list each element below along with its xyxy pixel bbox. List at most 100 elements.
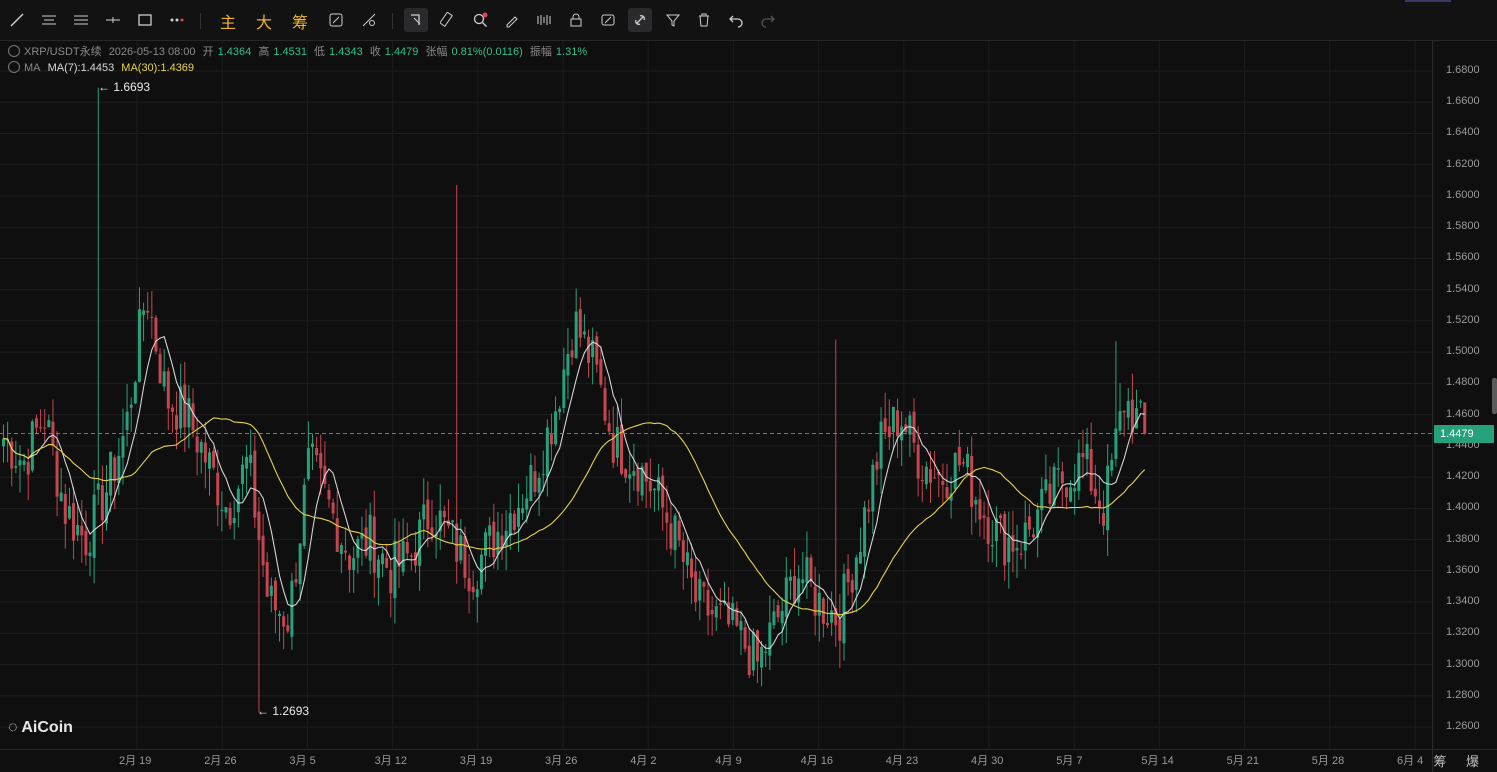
candle-body (896, 410, 900, 437)
candle-body (1081, 453, 1085, 458)
candle-body (875, 461, 879, 470)
lock-icon[interactable] (567, 11, 585, 29)
candle-body (1106, 465, 1110, 531)
candle-body (549, 433, 553, 445)
candle-body (496, 531, 500, 555)
main-indicator-button[interactable]: 主 (220, 9, 236, 33)
link-icon[interactable] (631, 11, 649, 29)
candle-body (1073, 488, 1077, 492)
candle-body (883, 418, 887, 433)
y-tick-label: 1.3800 (1446, 532, 1480, 545)
candle-body (636, 467, 640, 492)
chart-area[interactable]: XRP/USDT永续 2026-05-13 08:00 开 1.4364 高 1.4… (0, 41, 1497, 772)
magnet-icon[interactable] (407, 11, 425, 29)
zoom-icon[interactable] (471, 11, 489, 29)
y-tick-label: 1.2600 (1446, 720, 1480, 732)
chip-indicator-button[interactable]: 筹 (292, 9, 308, 33)
candle-body (1032, 534, 1035, 538)
candle-body (183, 384, 187, 428)
big-indicator-button[interactable]: 大 (256, 9, 272, 33)
candle-body (706, 589, 710, 616)
price-axis-scroll-handle[interactable] (1492, 378, 1497, 414)
candle-body (1122, 410, 1126, 413)
candle-body (599, 359, 603, 385)
candle-body (249, 454, 253, 464)
pattern-icon[interactable] (535, 11, 553, 29)
change-value: 0.81%(0.0116) (451, 46, 523, 58)
candle-body (537, 477, 541, 493)
candle-body (858, 552, 862, 564)
x-tick-label: 3月 19 (459, 755, 493, 767)
candle-body (253, 450, 257, 518)
candle-body (817, 592, 821, 616)
candle-body (558, 408, 562, 413)
x-tick-label: 5月 14 (1141, 755, 1174, 767)
candle-body (908, 415, 912, 435)
candle-body (1003, 513, 1007, 566)
candle-body (879, 421, 883, 469)
candle-body (657, 477, 661, 491)
more-tools-icon[interactable] (168, 11, 186, 29)
candle-body (195, 436, 199, 453)
candle-body (442, 510, 446, 518)
candle-body (607, 423, 611, 432)
ma-settings-icon[interactable] (8, 61, 20, 73)
y-tick-label: 1.5800 (1446, 220, 1480, 233)
candle-body (541, 474, 545, 476)
candle-body (245, 456, 249, 469)
candle-body (59, 492, 63, 502)
symbol-settings-icon[interactable] (8, 45, 20, 57)
show-hide-icon[interactable] (599, 11, 617, 29)
candle-body (718, 603, 722, 605)
candle-body (261, 535, 265, 566)
candle-body (125, 411, 129, 431)
candle-body (348, 555, 352, 570)
candle-body (562, 369, 566, 408)
candle-body (809, 557, 813, 582)
candle-body (652, 488, 656, 491)
candle-body (240, 464, 244, 484)
candle-body (84, 530, 88, 556)
candle-body (821, 598, 825, 624)
candle-body (208, 452, 211, 469)
candle-body (665, 512, 669, 523)
candle-body (331, 502, 335, 514)
trend-line-icon[interactable] (8, 11, 26, 29)
candle-body (1089, 448, 1093, 492)
candle-body (228, 507, 232, 526)
candle-body (508, 513, 512, 536)
redo-icon[interactable] (759, 11, 777, 29)
candle-body (121, 436, 125, 458)
chip-burst-toggle[interactable]: 筹 爆 (1433, 751, 1487, 770)
brush-icon[interactable] (503, 11, 521, 29)
candle-body (772, 611, 776, 626)
candle-body (850, 580, 854, 593)
candle-body (76, 524, 80, 536)
measure-icon[interactable] (360, 11, 378, 29)
candle-body (970, 455, 974, 507)
trash-icon[interactable] (695, 11, 713, 29)
candle-body (982, 515, 986, 518)
candle-body (236, 488, 240, 513)
ray-line-icon[interactable] (104, 11, 122, 29)
candle-body (22, 460, 26, 465)
ruler-icon[interactable] (439, 11, 457, 29)
candle-body (1056, 468, 1060, 470)
candle-body (677, 520, 681, 541)
candle-body (512, 513, 516, 531)
candle-body (418, 519, 422, 567)
text-annotation-icon[interactable] (327, 11, 345, 29)
ma30-line (3, 417, 1146, 616)
candle-body (933, 477, 937, 479)
filter-icon[interactable] (664, 11, 682, 29)
candle-body (595, 336, 599, 365)
x-tick-label: 4月 23 (885, 755, 919, 767)
undo-icon[interactable] (727, 11, 745, 29)
candle-body (521, 508, 525, 514)
y-tick-label: 1.4200 (1446, 470, 1480, 483)
candle-body (570, 350, 574, 358)
candlestick-chart[interactable] (0, 41, 1497, 772)
horizontal-lines-icon[interactable] (40, 11, 58, 29)
rectangle-icon[interactable] (136, 11, 154, 29)
parallel-lines-icon[interactable] (72, 11, 90, 29)
